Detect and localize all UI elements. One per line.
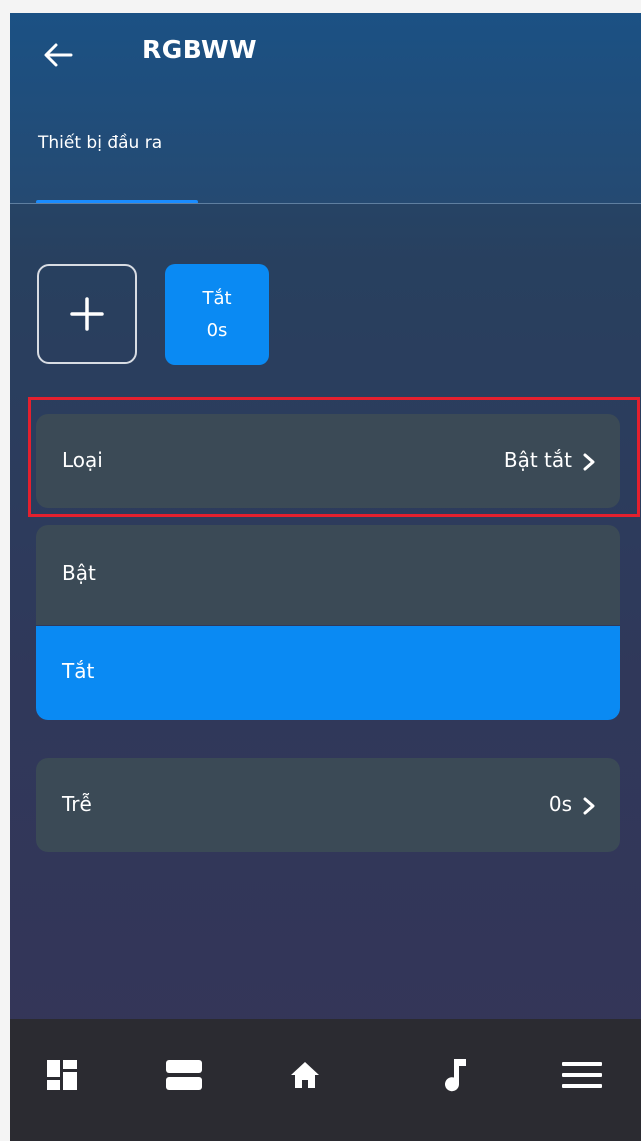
music-icon bbox=[445, 1059, 466, 1092]
tab-output-devices[interactable]: Thiết bị đầu ra bbox=[36, 123, 211, 204]
chevron-right-icon bbox=[583, 797, 595, 815]
app-screen: RGBWW Thiết bị đầu ra Tắt 0s Loại Bật tắ… bbox=[10, 13, 641, 1141]
nav-music[interactable] bbox=[420, 1039, 492, 1111]
option-off[interactable]: Tắt bbox=[36, 626, 620, 720]
nav-home[interactable] bbox=[269, 1039, 341, 1111]
option-on[interactable]: Bật bbox=[36, 525, 620, 625]
header-divider bbox=[10, 203, 641, 204]
delay-row[interactable]: Trễ 0s bbox=[36, 758, 620, 852]
page-title: RGBWW bbox=[142, 35, 258, 64]
home-icon bbox=[291, 1062, 319, 1088]
nav-dashboard[interactable] bbox=[26, 1039, 98, 1111]
plus-icon bbox=[70, 297, 104, 331]
top-app-bar: RGBWW Thiết bị đầu ra bbox=[10, 13, 641, 204]
dashboard-icon bbox=[47, 1060, 77, 1090]
highlight-box bbox=[28, 397, 640, 517]
add-step-button[interactable] bbox=[37, 264, 137, 364]
menu-icon bbox=[562, 1062, 602, 1088]
back-button[interactable] bbox=[38, 35, 78, 75]
delay-label: Trễ bbox=[62, 792, 92, 816]
rooms-icon bbox=[166, 1060, 202, 1090]
type-options-list: Bật Tắt bbox=[36, 525, 620, 720]
delay-value: 0s bbox=[548, 792, 572, 816]
step-chip-state: Tắt bbox=[202, 287, 232, 309]
step-chip-delay: 0s bbox=[206, 319, 228, 341]
tab-label: Thiết bị đầu ra bbox=[38, 133, 163, 153]
option-on-label: Bật bbox=[62, 561, 96, 585]
bottom-navigation bbox=[10, 1019, 641, 1141]
arrow-left-icon bbox=[44, 43, 73, 67]
option-off-label: Tắt bbox=[62, 659, 95, 683]
nav-rooms[interactable] bbox=[148, 1039, 220, 1111]
nav-menu[interactable] bbox=[546, 1039, 618, 1111]
step-chip[interactable]: Tắt 0s bbox=[165, 264, 269, 365]
